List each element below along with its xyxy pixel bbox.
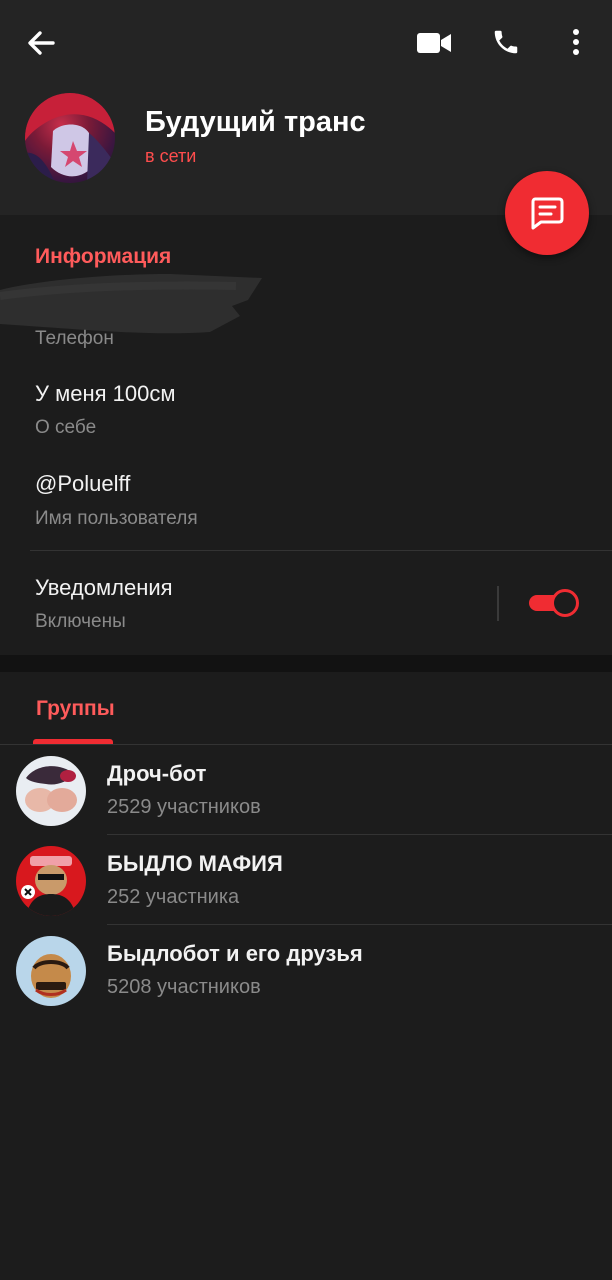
group-avatar [16, 846, 86, 916]
list-item[interactable]: Дроч-бот 2529 участников [0, 745, 612, 835]
username-label: Имя пользователя [35, 508, 198, 529]
group-avatar [16, 756, 86, 826]
call-button[interactable] [484, 20, 528, 64]
group-avatar-image [16, 936, 86, 1006]
vertical-divider [497, 586, 499, 621]
more-vert-icon [573, 29, 579, 55]
group-name: Дроч-бот [107, 761, 207, 786]
section-separator [0, 655, 612, 672]
online-status: в сети [145, 146, 197, 166]
chat-bubble-icon [531, 197, 564, 230]
list-item[interactable]: Быдлобот и его друзья 5208 участников [0, 925, 612, 1015]
list-item[interactable]: БЫДЛО МАФИЯ 252 участника [0, 835, 612, 925]
username-value[interactable]: @Poluelff [35, 471, 130, 497]
group-name: Быдлобот и его друзья [107, 941, 363, 966]
group-avatar [16, 936, 86, 1006]
divider [30, 550, 612, 551]
video-camera-icon [417, 33, 451, 53]
group-avatar-image [16, 846, 86, 916]
video-call-button[interactable] [412, 22, 456, 64]
bio-value[interactable]: У меня 100см [35, 381, 175, 407]
redaction-scribble [0, 274, 262, 334]
bio-label: О себе [35, 417, 97, 438]
group-members: 252 участника [107, 886, 240, 908]
avatar-image [25, 93, 115, 183]
chat-title: Будущий транс [145, 106, 366, 138]
group-members: 5208 участников [107, 976, 261, 998]
notifications-status: Включены [35, 611, 126, 632]
tab-groups[interactable]: Группы [36, 697, 115, 721]
group-name: БЫДЛО МАФИЯ [107, 851, 283, 876]
notifications-toggle[interactable] [529, 589, 581, 617]
profile-avatar[interactable] [25, 93, 115, 183]
phone-label: Телефон [35, 328, 114, 349]
arrow-left-icon [28, 31, 55, 55]
send-message-button[interactable] [505, 171, 589, 255]
more-options-button[interactable] [556, 20, 596, 64]
group-members: 2529 участников [107, 796, 261, 818]
toggle-knob [551, 589, 579, 617]
info-section-title: Информация [35, 245, 172, 268]
phone-icon [494, 30, 518, 54]
group-avatar-image [16, 756, 86, 826]
back-button[interactable] [20, 22, 62, 64]
notifications-title[interactable]: Уведомления [35, 575, 173, 601]
